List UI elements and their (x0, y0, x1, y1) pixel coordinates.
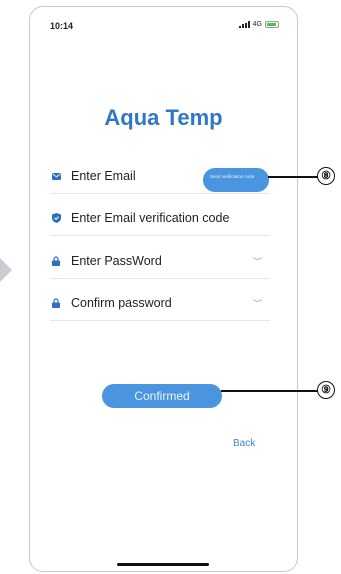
mail-icon (50, 170, 62, 182)
lock-icon (50, 255, 62, 267)
left-arrow-decoration (0, 258, 12, 282)
network-label: 4G (252, 21, 262, 28)
app-title: Aqua Temp (104, 105, 223, 130)
callout-line-9 (221, 390, 318, 392)
lock-icon (50, 297, 62, 309)
shield-icon (50, 212, 62, 224)
confirmed-button[interactable]: Confirmed (102, 384, 222, 408)
verification-code-placeholder: Enter Email verification code (71, 211, 230, 225)
verification-code-field[interactable]: Enter Email verification code (50, 201, 270, 236)
callout-line-8 (268, 176, 318, 178)
status-bar-indicators: 4G (238, 21, 279, 28)
hide-password-icon[interactable]: ︶ (253, 297, 262, 310)
home-indicator (117, 563, 209, 566)
confirm-password-placeholder: Confirm password (71, 296, 172, 310)
confirm-password-field[interactable]: Confirm password ︶ (50, 286, 270, 321)
signal-icon (238, 21, 250, 28)
callout-9: ⑨ (317, 381, 335, 399)
send-verification-code-button[interactable]: Send verification code (203, 168, 269, 192)
back-link[interactable]: Back (233, 438, 255, 449)
password-field[interactable]: Enter PassWord ︶ (50, 244, 270, 279)
status-time: 10:14 (50, 21, 74, 31)
hide-password-icon[interactable]: ︶ (253, 255, 262, 268)
password-placeholder: Enter PassWord (71, 254, 162, 268)
callout-8: ⑧ (317, 167, 335, 185)
phone-screen: 10:14 4G Aqua Temp Enter Email Send veri… (29, 6, 298, 572)
battery-icon (265, 21, 279, 28)
